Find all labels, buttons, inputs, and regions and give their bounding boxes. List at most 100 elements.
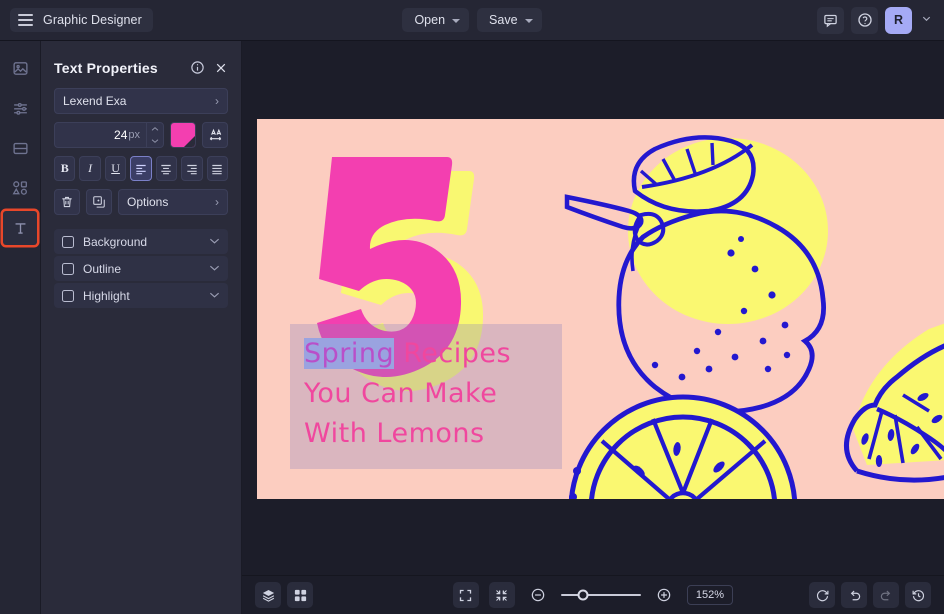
- app-menu-button[interactable]: Graphic Designer: [10, 8, 153, 32]
- artboard[interactable]: Spring Recipes You Can Make With Lemons: [257, 119, 944, 499]
- font-size-field[interactable]: 24 px: [54, 122, 164, 148]
- font-size-increment[interactable]: [147, 123, 163, 135]
- open-label: Open: [414, 13, 446, 27]
- tool-rail: [0, 41, 41, 614]
- chevron-down-icon[interactable]: [209, 263, 220, 275]
- font-size-value: 24: [114, 128, 128, 142]
- text-color-swatch[interactable]: [170, 122, 196, 148]
- letter-spacing-button[interactable]: [202, 122, 228, 148]
- panel-info-button[interactable]: [190, 60, 205, 75]
- align-right-icon: [187, 164, 197, 174]
- toggle-outline[interactable]: Outline: [54, 256, 228, 281]
- text-line-1-rest: Recipes: [394, 338, 512, 369]
- text-element-selected[interactable]: Spring Recipes You Can Make With Lemons: [290, 324, 562, 469]
- align-justify-button[interactable]: [206, 156, 228, 181]
- format-buttons-row: B I U: [54, 156, 228, 181]
- text-line-1: Spring Recipes: [304, 334, 548, 374]
- options-button[interactable]: Options ›: [118, 189, 228, 215]
- hamburger-icon: [18, 14, 33, 26]
- chevron-down-icon: [524, 18, 533, 23]
- canvas-stage: Spring Recipes You Can Make With Lemons: [242, 41, 944, 614]
- font-size-unit: px: [128, 129, 140, 141]
- text-properties-panel: Text Properties Lexend Exa › 24 px B I U…: [41, 41, 242, 614]
- align-right-button[interactable]: [181, 156, 203, 181]
- zoom-in-button[interactable]: [651, 582, 677, 608]
- trash-icon: [62, 196, 72, 208]
- save-menu-button[interactable]: Save: [477, 8, 542, 32]
- italic-button[interactable]: I: [79, 156, 101, 181]
- font-size-stepper[interactable]: [146, 123, 163, 147]
- header-left-group: Graphic Designer: [10, 8, 153, 32]
- page-title: Text Properties: [54, 59, 158, 76]
- help-circle-icon: [857, 13, 872, 27]
- toggle-background[interactable]: Background: [54, 229, 228, 254]
- open-menu-button[interactable]: Open: [402, 8, 470, 32]
- chevron-down-icon[interactable]: [209, 236, 220, 248]
- avatar-menu-chevron[interactable]: [919, 11, 934, 29]
- panel-header: Text Properties: [54, 47, 228, 88]
- undo-button[interactable]: [841, 582, 867, 608]
- outline-checkbox[interactable]: [62, 262, 74, 275]
- zoom-slider[interactable]: [560, 589, 641, 601]
- top-header: Graphic Designer Open Save R: [0, 0, 944, 41]
- zoom-slider-track[interactable]: [560, 589, 641, 601]
- font-family-select[interactable]: Lexend Exa ›: [54, 88, 228, 114]
- font-size-input[interactable]: 24 px: [55, 123, 146, 147]
- duplicate-button[interactable]: [86, 189, 112, 215]
- delete-button[interactable]: [54, 189, 80, 215]
- canvas-scroll-area[interactable]: Spring Recipes You Can Make With Lemons: [242, 41, 944, 575]
- background-checkbox[interactable]: [62, 235, 74, 248]
- avatar[interactable]: R: [885, 6, 912, 34]
- fit-screen-button[interactable]: [452, 582, 479, 608]
- save-label: Save: [489, 13, 518, 27]
- align-justify-icon: [212, 164, 222, 174]
- letter-spacing-icon: [209, 128, 221, 141]
- chevron-down-icon: [922, 16, 931, 22]
- outline-label: Outline: [83, 261, 122, 276]
- collapse-button[interactable]: [488, 582, 515, 608]
- history-icon: [912, 589, 924, 601]
- sliders-icon: [13, 102, 27, 115]
- zoom-out-button[interactable]: [525, 582, 551, 608]
- chevron-right-icon: ›: [215, 195, 219, 209]
- sidebar-item-text[interactable]: [3, 211, 37, 245]
- sidebar-item-layout[interactable]: [3, 131, 37, 165]
- layers-button[interactable]: [255, 582, 281, 608]
- bold-button[interactable]: B: [54, 156, 76, 181]
- underline-button[interactable]: U: [104, 156, 127, 181]
- history-button[interactable]: [905, 582, 931, 608]
- bottom-left-group: [255, 582, 313, 608]
- redo-button[interactable]: [873, 582, 899, 608]
- grid-button[interactable]: [287, 582, 313, 608]
- duplicate-icon: [93, 196, 105, 208]
- panel-close-button[interactable]: [214, 61, 228, 75]
- chevron-down-icon: [151, 139, 159, 143]
- app-root: Graphic Designer Open Save R Text Proper…: [0, 0, 944, 614]
- sidebar-item-adjust[interactable]: [3, 91, 37, 125]
- zoom-slider-knob[interactable]: [577, 589, 589, 601]
- header-right-group: R: [817, 6, 934, 34]
- highlight-label: Highlight: [83, 288, 130, 303]
- options-row: Options ›: [54, 189, 228, 215]
- panel-header-actions: [190, 60, 228, 75]
- help-button[interactable]: [851, 6, 878, 34]
- chevron-down-icon[interactable]: [209, 290, 220, 302]
- highlight-checkbox[interactable]: [62, 289, 74, 302]
- toggle-highlight[interactable]: Highlight: [54, 283, 228, 308]
- bottom-right-group: [809, 582, 931, 608]
- sidebar-item-image[interactable]: [3, 51, 37, 85]
- comment-button[interactable]: [817, 6, 844, 34]
- reset-button[interactable]: [809, 582, 835, 608]
- app-title: Graphic Designer: [43, 13, 142, 27]
- text-t-icon: [15, 222, 25, 234]
- align-left-button[interactable]: [130, 156, 152, 181]
- zoom-out-icon: [531, 588, 545, 602]
- info-circle-icon: [191, 61, 204, 74]
- grid-icon: [294, 589, 306, 601]
- sidebar-item-shapes[interactable]: [3, 171, 37, 205]
- font-size-decrement[interactable]: [147, 135, 163, 147]
- zoom-in-icon: [657, 588, 671, 602]
- zoom-level-badge[interactable]: 152%: [686, 585, 734, 605]
- align-center-icon: [161, 164, 172, 174]
- align-center-button[interactable]: [155, 156, 178, 181]
